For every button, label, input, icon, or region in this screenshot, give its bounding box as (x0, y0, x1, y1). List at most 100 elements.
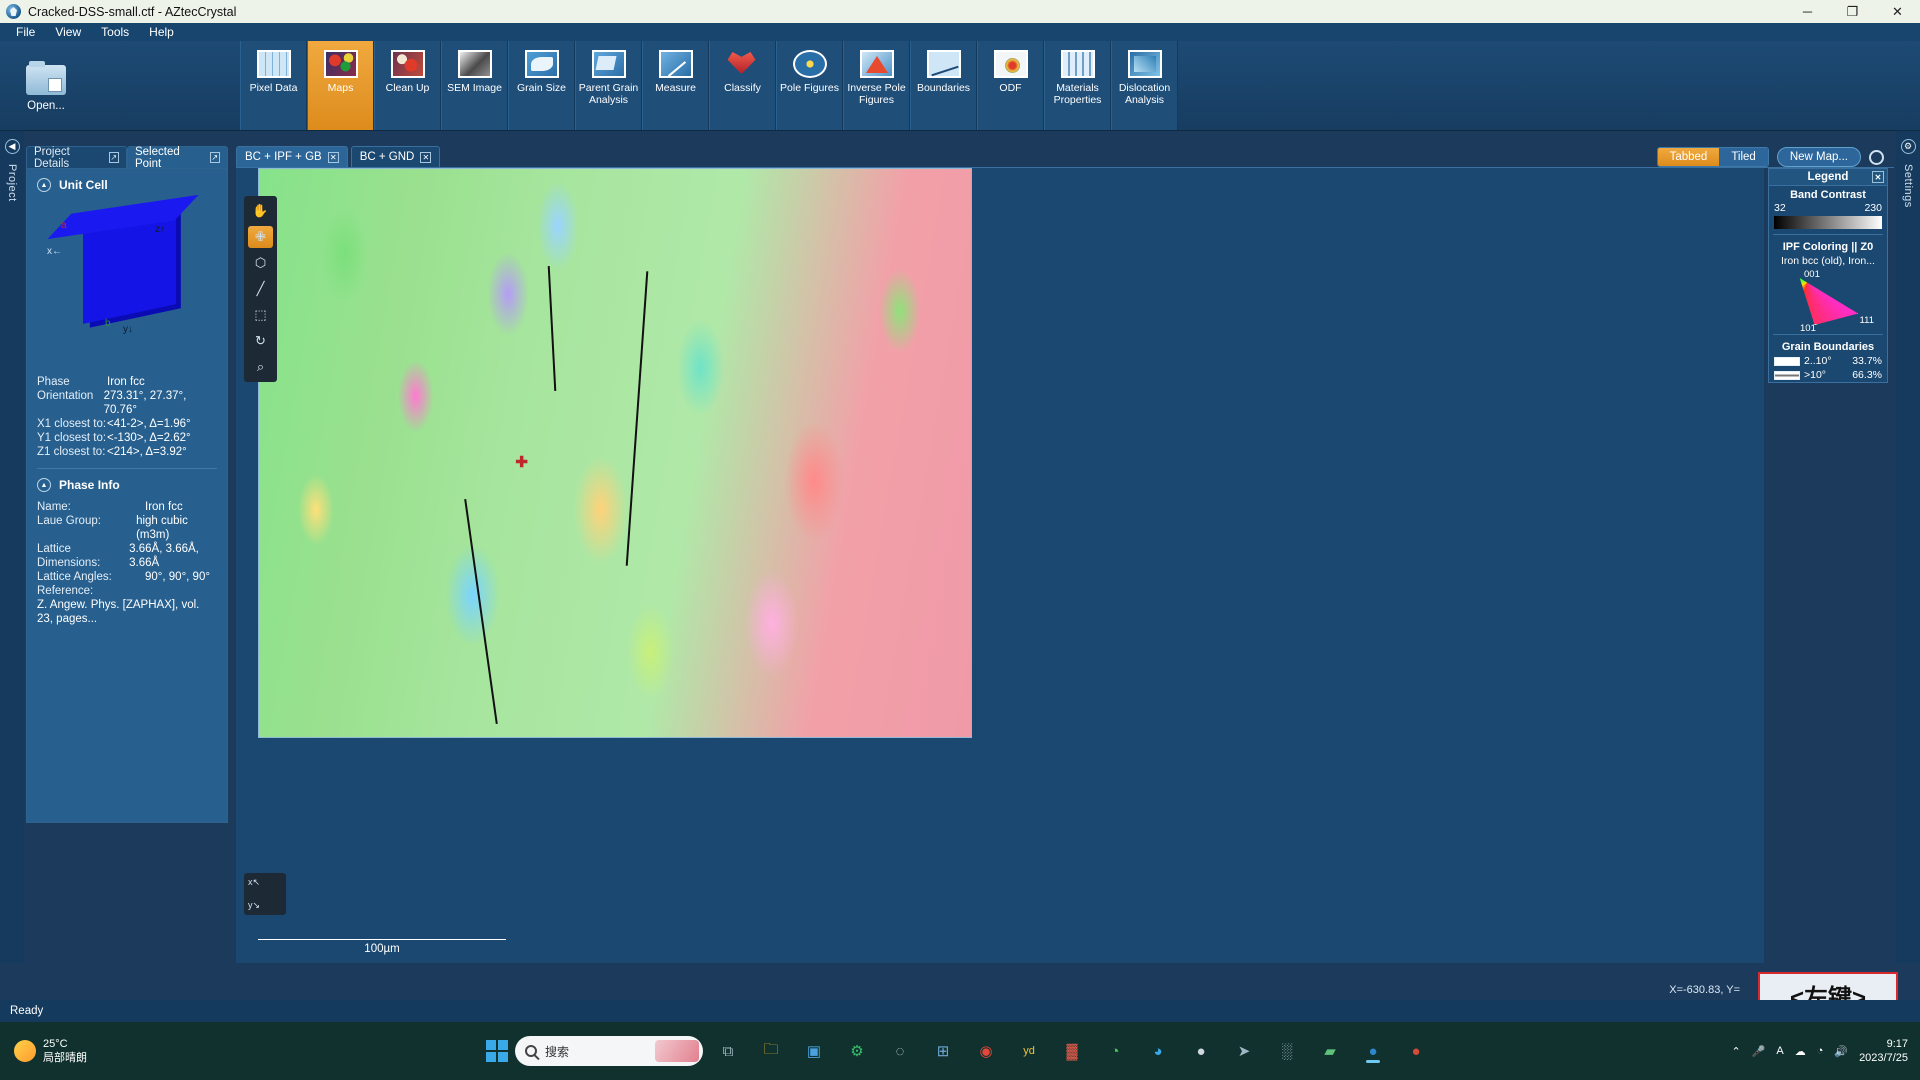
close-icon[interactable]: ✕ (420, 151, 432, 163)
stats-icon[interactable]: ░ (1272, 1036, 1302, 1066)
steam-icon[interactable]: ● (1186, 1036, 1216, 1066)
tiled-button[interactable]: Tiled (1719, 148, 1768, 166)
gear-icon[interactable]: ⚙ (1900, 139, 1916, 154)
settings-rail[interactable]: ⚙ Settings (1896, 131, 1920, 963)
zoom-region-tool[interactable]: ⌕ (248, 356, 273, 378)
calculator-icon[interactable]: ⊞ (928, 1036, 958, 1066)
ribbon-button-sem-image[interactable]: SEM Image (441, 41, 508, 130)
row-key: X1 closest to: (37, 418, 107, 430)
ribbon-button-maps[interactable]: Maps (307, 41, 374, 130)
row-value: <-130>, Δ=2.62° (107, 432, 191, 444)
ribbon-button-measure[interactable]: Measure (642, 41, 709, 130)
open-folder-icon (26, 61, 66, 95)
band-contrast-title: Band Contrast (1790, 189, 1866, 201)
weather-widget[interactable]: 25°C 局部晴朗 (0, 1037, 87, 1065)
pan-hand-tool[interactable]: ✋ (248, 200, 273, 222)
task-view-icon[interactable]: ⧉ (713, 1036, 743, 1066)
row-value: 3.66Å, 3.66Å, 3.66Å (129, 543, 199, 569)
unit-cell-section-header[interactable]: ▲ Unit Cell (27, 169, 227, 196)
unit-cell-viewport[interactable]: a b x← y↓ z↑ (27, 194, 227, 371)
menu-item-help[interactable]: Help (139, 24, 184, 40)
ribbon-button-classify[interactable]: Classify (709, 41, 776, 130)
ribbon-button-grain-size[interactable]: Grain Size (508, 41, 575, 130)
left-panel: Project Details ↗ Selected Point ↗ ▲ Uni… (26, 146, 228, 823)
rocket-icon[interactable]: ➤ (1229, 1036, 1259, 1066)
active-app-indicator (1366, 1060, 1380, 1063)
minimize-button[interactable]: ─ (1785, 0, 1830, 23)
close-icon[interactable]: ✕ (327, 151, 339, 163)
project-rail[interactable]: ◀ Project (0, 131, 24, 963)
app-green-icon[interactable]: ▰ (1315, 1036, 1345, 1066)
menu-item-file[interactable]: File (6, 24, 45, 40)
new-map-button[interactable]: New Map... (1776, 147, 1861, 167)
grain-boundary-row: 2..10° 33.7% (1769, 354, 1887, 368)
collapse-icon[interactable]: ▲ (37, 178, 51, 192)
rectangle-crop-tool[interactable]: ⬚ (248, 304, 273, 326)
row-key: Lattice Angles: (37, 571, 112, 583)
taskbar-search-input[interactable]: 搜索 (515, 1036, 703, 1066)
collapse-icon[interactable]: ▲ (37, 478, 51, 492)
settings-green-icon[interactable]: ⚙ (842, 1036, 872, 1066)
maximize-button[interactable]: ❐ (1830, 0, 1875, 23)
windows-taskbar: 25°C 局部晴朗 搜索 ⧉ 🗀 ▣ ⚙ ◌ ⊞ ◉ yd ▓ ◔ ◕ ● ➤ … (0, 1022, 1920, 1080)
menu-item-tools[interactable]: Tools (91, 24, 139, 40)
tab-selected-point[interactable]: Selected Point ↗ (126, 146, 228, 170)
start-button-icon[interactable] (486, 1040, 508, 1062)
table-row: Lattice Angles: 90°, 90°, 90° (37, 570, 217, 584)
table-row: Reference: (37, 584, 217, 598)
volume-icon[interactable]: 🔊 (1834, 1045, 1848, 1058)
menu-item-view[interactable]: View (45, 24, 91, 40)
aztec-crystal-icon[interactable]: ● (1358, 1036, 1388, 1066)
microphone-icon[interactable]: 🎤 (1752, 1045, 1766, 1058)
tabbed-button[interactable]: Tabbed (1657, 148, 1720, 166)
wechat-icon[interactable]: ◔ (1100, 1036, 1130, 1066)
app-logo-icon (6, 4, 21, 19)
media-yellow-icon[interactable]: yd (1014, 1036, 1044, 1066)
ribbon-button-odf[interactable]: ODF (977, 41, 1044, 130)
open-button[interactable]: Open... (0, 41, 92, 130)
ribbon-button-pixel-data[interactable]: Pixel Data (240, 41, 307, 130)
ribbon-button-materials-properties[interactable]: Materials Properties (1044, 41, 1111, 130)
cloud-sync-icon[interactable]: ☁ (1795, 1045, 1806, 1058)
taskbar-clock[interactable]: 9:17 2023/7/25 (1859, 1037, 1908, 1065)
close-icon[interactable]: ✕ (1872, 171, 1884, 183)
tab-project-details[interactable]: Project Details ↗ (26, 146, 127, 170)
close-button[interactable]: ✕ (1875, 0, 1920, 23)
map-tab-bc-gnd[interactable]: BC + GND ✕ (350, 146, 441, 167)
ime-icon[interactable]: A (1776, 1045, 1783, 1057)
red-app-icon[interactable]: ● (1401, 1036, 1431, 1066)
wifi-icon[interactable]: ◔ (1817, 1045, 1824, 1057)
polygon-select-tool[interactable]: ⬡ (248, 252, 273, 274)
photos-icon[interactable]: ▣ (799, 1036, 829, 1066)
browser-icon[interactable]: ◌ (885, 1036, 915, 1066)
ribbon-button-pole-figures[interactable]: Pole Figures (776, 41, 843, 130)
axis-x-label: x↖ (248, 877, 261, 887)
materials-properties-icon (1060, 50, 1095, 78)
popout-icon[interactable]: ↗ (108, 152, 119, 163)
file-explorer-icon[interactable]: 🗀 (756, 1036, 786, 1066)
phase-info-section-header[interactable]: ▲ Phase Info (27, 469, 227, 496)
edge-icon[interactable]: ◕ (1143, 1036, 1173, 1066)
panel-tabs: Project Details ↗ Selected Point ↗ (26, 146, 228, 170)
project-rail-label: Project (6, 164, 18, 202)
ribbon-button-dislocation-analysis[interactable]: Dislocation Analysis (1111, 41, 1178, 130)
ribbon-button-clean-up[interactable]: Clean Up (374, 41, 441, 130)
popout-icon[interactable]: ↗ (209, 152, 220, 163)
chevron-up-icon[interactable]: ⌃ (1731, 1045, 1740, 1058)
gear-icon[interactable] (1869, 149, 1884, 165)
grain-boundaries-title: Grain Boundaries (1781, 341, 1875, 353)
ebsd-map-image[interactable]: ✚ (258, 168, 972, 738)
point-select-tool[interactable]: ✙ (248, 226, 273, 248)
ribbon-button-boundaries[interactable]: Boundaries (910, 41, 977, 130)
map-tab-bc-ipf-gb[interactable]: BC + IPF + GB ✕ (236, 146, 348, 167)
music-bars-icon[interactable]: ▓ (1057, 1036, 1087, 1066)
map-viewport[interactable]: ✚ ✋ ✙ ⬡ ╱ ⬚ ↻ ⌕ x↖ y↘ 100µm (236, 168, 1764, 963)
rotate-tool[interactable]: ↻ (248, 330, 273, 352)
table-row: X1 closest to: <41-2>, Δ=1.96° (37, 417, 217, 431)
record-red-icon[interactable]: ◉ (971, 1036, 1001, 1066)
circle-arrow-left-icon[interactable]: ◀ (4, 139, 20, 154)
ribbon-button-parent-grain-analysis[interactable]: Parent Grain Analysis (575, 41, 642, 130)
ribbon-button-inverse-pole-figures[interactable]: Inverse Pole Figures (843, 41, 910, 130)
line-measure-tool[interactable]: ╱ (248, 278, 273, 300)
map-tool-palette: ✋ ✙ ⬡ ╱ ⬚ ↻ ⌕ (244, 196, 277, 382)
